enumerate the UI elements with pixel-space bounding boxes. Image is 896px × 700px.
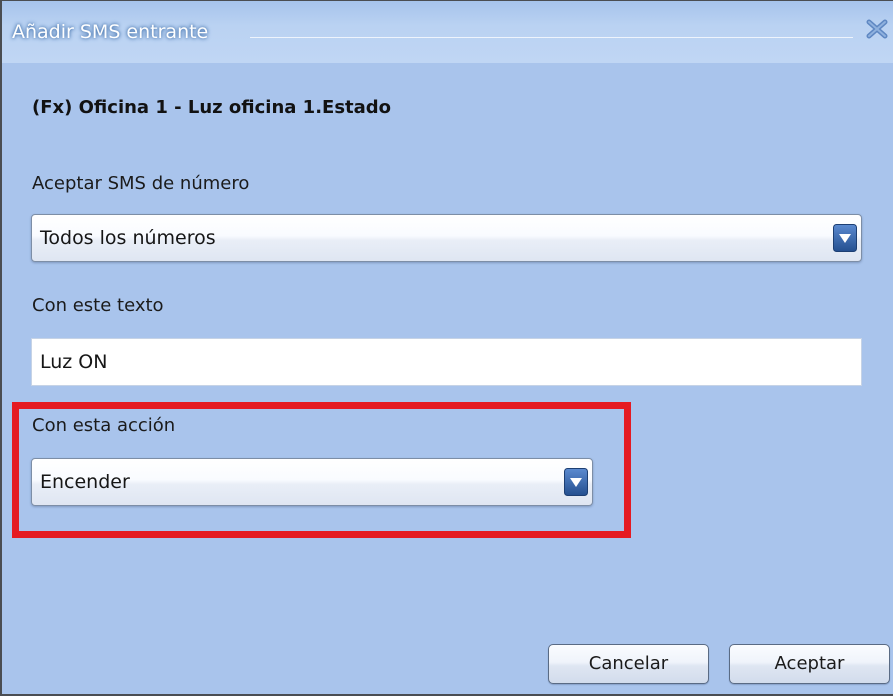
number-label: Aceptar SMS de número: [32, 173, 250, 194]
target-object-heading: (Fx) Oficina 1 - Luz oficina 1.Estado: [32, 97, 392, 118]
add-incoming-sms-dialog: Añadir SMS entrante (Fx) Oficina 1 - Luz…: [0, 0, 893, 696]
action-highlight-box: [12, 402, 631, 538]
sms-text-field[interactable]: [31, 338, 862, 386]
sms-text-input[interactable]: [32, 339, 861, 385]
title-divider: [250, 37, 853, 38]
number-select[interactable]: Todos los números: [31, 214, 862, 262]
text-label: Con este texto: [32, 295, 164, 316]
cancel-button[interactable]: Cancelar: [548, 644, 709, 684]
number-select-value: Todos los números: [40, 227, 216, 249]
title-bar: Añadir SMS entrante: [2, 1, 893, 63]
close-icon: [866, 19, 888, 39]
close-button[interactable]: [863, 15, 891, 43]
accept-button[interactable]: Aceptar: [729, 644, 890, 684]
dialog-title: Añadir SMS entrante: [12, 21, 209, 43]
chevron-down-icon[interactable]: [833, 224, 857, 252]
